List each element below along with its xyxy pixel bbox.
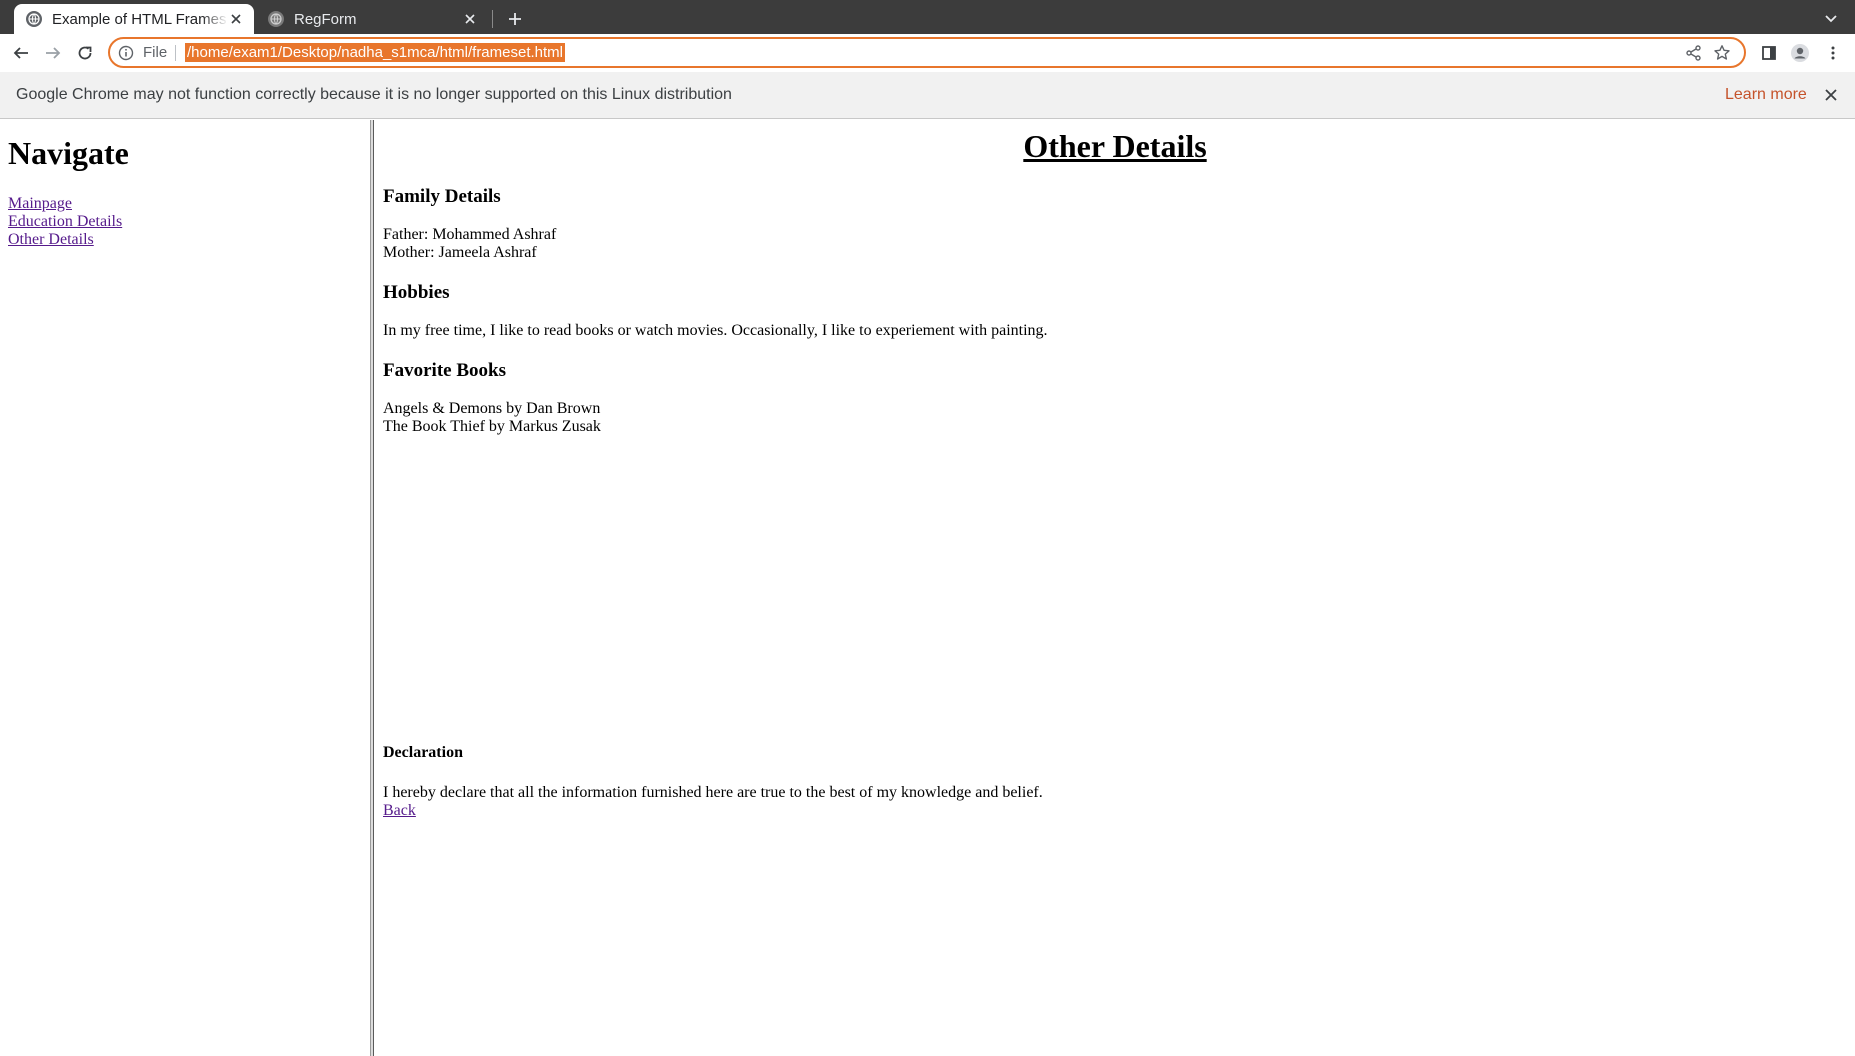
- infobar-message: Google Chrome may not function correctly…: [16, 86, 732, 103]
- info-icon[interactable]: [118, 45, 134, 61]
- other-details-link[interactable]: Other Details: [8, 231, 362, 249]
- book-item: Angels & Demons by Dan Brown: [383, 400, 601, 417]
- toolbar: File /home/exam1/Desktop/nadha_s1mca/htm…: [0, 34, 1855, 72]
- address-bar[interactable]: File /home/exam1/Desktop/nadha_s1mca/htm…: [108, 37, 1746, 68]
- navigate-heading: Navigate: [8, 135, 129, 171]
- arrow-left-icon: [13, 47, 28, 59]
- book-item: The Book Thief by Markus Zusak: [383, 418, 601, 435]
- tab-regform[interactable]: RegForm: [256, 4, 488, 34]
- url-text[interactable]: /home/exam1/Desktop/nadha_s1mca/html/fra…: [185, 43, 566, 62]
- mother-text: Mother: Jameela Ashraf: [383, 244, 537, 261]
- new-tab-button[interactable]: [504, 8, 526, 30]
- tab-separator: [492, 10, 493, 28]
- back-button[interactable]: [9, 41, 33, 65]
- globe-icon: [26, 11, 42, 27]
- close-icon[interactable]: [1822, 86, 1840, 104]
- declaration-heading: Declaration: [383, 744, 463, 761]
- unsupported-os-infobar: Google Chrome may not function correctly…: [0, 72, 1855, 119]
- page-title: Other Details: [1023, 128, 1207, 164]
- tab-title: RegForm: [294, 10, 357, 28]
- profile-button[interactable]: [1788, 41, 1812, 65]
- tab-example-frames[interactable]: Example of HTML Frames: [14, 4, 254, 34]
- tab-title: Example of HTML Frames: [52, 10, 227, 28]
- close-icon[interactable]: [228, 11, 244, 27]
- close-icon[interactable]: [462, 11, 478, 27]
- side-panel-icon: [1762, 46, 1776, 60]
- family-details-heading: Family Details: [383, 186, 501, 207]
- plus-icon: [509, 13, 521, 25]
- favorite-books-heading: Favorite Books: [383, 360, 506, 381]
- reload-icon: [78, 46, 92, 60]
- hobbies-text: In my free time, I like to read books or…: [383, 322, 1048, 339]
- share-icon[interactable]: [1685, 44, 1703, 62]
- menu-button[interactable]: [1821, 41, 1845, 65]
- content-frame: Other Details Family Details Father: Moh…: [375, 120, 1855, 1056]
- frame-resize-border[interactable]: [370, 120, 374, 1056]
- tab-search-button[interactable]: [1820, 8, 1842, 30]
- scheme-label: File: [143, 44, 168, 61]
- declaration-text: I hereby declare that all the informatio…: [383, 784, 1043, 801]
- father-text: Father: Mohammed Ashraf: [383, 226, 557, 243]
- back-link[interactable]: Back: [383, 802, 416, 820]
- kebab-menu-icon: [1831, 46, 1835, 60]
- navigation-frame: Navigate Mainpage Education Details Othe…: [0, 120, 370, 1056]
- avatar-icon: [1791, 44, 1809, 62]
- nav-links: Mainpage Education Details Other Details: [8, 195, 362, 249]
- side-panel-button[interactable]: [1757, 41, 1781, 65]
- forward-button[interactable]: [41, 41, 65, 65]
- hobbies-heading: Hobbies: [383, 282, 450, 303]
- globe-icon: [268, 11, 284, 27]
- star-icon[interactable]: [1713, 44, 1731, 62]
- reload-button[interactable]: [73, 41, 97, 65]
- mainpage-link[interactable]: Mainpage: [8, 195, 362, 213]
- education-details-link[interactable]: Education Details: [8, 213, 362, 231]
- page-content: Navigate Mainpage Education Details Othe…: [0, 120, 1855, 1056]
- learn-more-link[interactable]: Learn more: [1725, 86, 1807, 104]
- chevron-down-icon: [1825, 15, 1837, 23]
- omnibox-divider: [175, 45, 176, 61]
- arrow-right-icon: [46, 47, 61, 59]
- tab-strip: Example of HTML Frames RegForm: [0, 0, 1855, 34]
